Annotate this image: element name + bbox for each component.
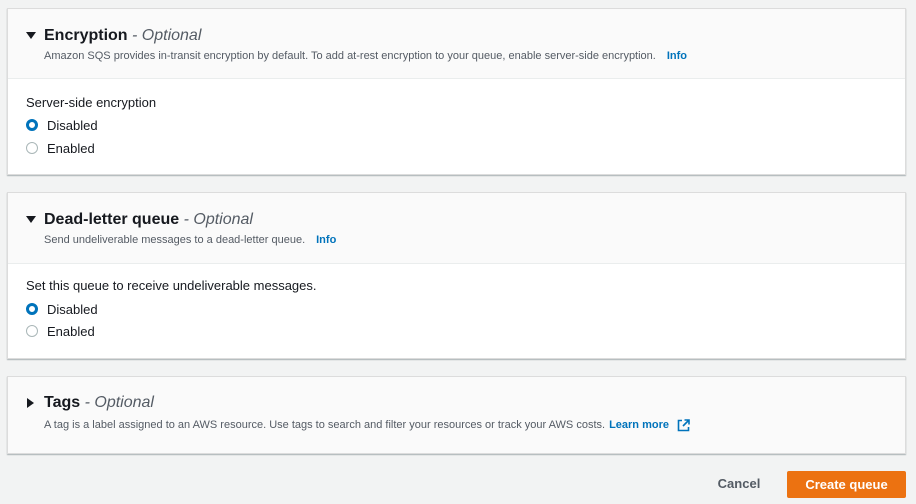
encryption-panel: Encryption - Optional Amazon SQS provide… xyxy=(7,8,906,175)
caret-right-icon[interactable] xyxy=(26,398,36,408)
encryption-description-text: Amazon SQS provides in-transit encryptio… xyxy=(44,50,656,62)
tags-learn-more-link[interactable]: Learn more xyxy=(609,418,669,432)
encryption-enabled-radio[interactable] xyxy=(26,142,38,154)
encryption-enabled-label[interactable]: Enabled xyxy=(47,141,95,156)
tags-title-text: Tags xyxy=(44,394,81,411)
dead-letter-disabled-radio[interactable] xyxy=(26,303,38,315)
tags-description-text: A tag is a label assigned to an AWS reso… xyxy=(44,419,606,431)
server-side-encryption-label: Server-side encryption xyxy=(26,95,157,110)
tags-panel: Tags - Optional A tag is a label assigne… xyxy=(7,376,906,454)
encryption-title-text: Encryption xyxy=(44,27,128,44)
encryption-option-disabled[interactable]: Disabled xyxy=(26,116,98,134)
dead-letter-field-label: Set this queue to receive undeliverable … xyxy=(26,278,317,293)
dead-letter-header[interactable]: Dead-letter queue - Optional Send undeli… xyxy=(8,193,905,264)
dead-letter-description-text: Send undeliverable messages to a dead-le… xyxy=(44,234,306,246)
create-queue-button[interactable]: Create queue xyxy=(787,471,906,498)
tags-title: Tags - Optional xyxy=(44,393,154,413)
dead-letter-enabled-label[interactable]: Enabled xyxy=(47,324,95,339)
dead-letter-optional-label: - Optional xyxy=(183,211,253,228)
dead-letter-title: Dead-letter queue - Optional xyxy=(44,210,253,230)
tags-optional-label: - Optional xyxy=(84,394,154,411)
encryption-header[interactable]: Encryption - Optional Amazon SQS provide… xyxy=(8,9,905,79)
encryption-disabled-label[interactable]: Disabled xyxy=(47,118,98,133)
encryption-disabled-radio[interactable] xyxy=(26,119,38,131)
dead-letter-panel: Dead-letter queue - Optional Send undeli… xyxy=(7,192,906,359)
encryption-option-enabled[interactable]: Enabled xyxy=(26,139,95,157)
dead-letter-option-disabled[interactable]: Disabled xyxy=(26,300,98,318)
encryption-optional-label: - Optional xyxy=(132,27,202,44)
external-link-icon[interactable] xyxy=(677,418,690,432)
dead-letter-description: Send undeliverable messages to a dead-le… xyxy=(44,233,336,247)
dead-letter-disabled-label[interactable]: Disabled xyxy=(47,302,98,317)
dead-letter-option-enabled[interactable]: Enabled xyxy=(26,322,95,340)
dead-letter-body: Set this queue to receive undeliverable … xyxy=(8,264,905,358)
encryption-info-link[interactable]: Info xyxy=(667,50,687,62)
caret-down-icon[interactable] xyxy=(26,31,36,41)
dead-letter-info-link[interactable]: Info xyxy=(316,234,336,246)
cancel-button[interactable]: Cancel xyxy=(703,471,775,497)
tags-description: A tag is a label assigned to an AWS reso… xyxy=(44,418,690,432)
encryption-body: Server-side encryption Disabled Enabled xyxy=(8,79,905,174)
encryption-title: Encryption - Optional xyxy=(44,26,201,46)
encryption-description: Amazon SQS provides in-transit encryptio… xyxy=(44,49,687,63)
dead-letter-title-text: Dead-letter queue xyxy=(44,211,180,228)
caret-down-icon[interactable] xyxy=(26,215,36,225)
tags-header[interactable]: Tags - Optional A tag is a label assigne… xyxy=(8,377,905,453)
dead-letter-enabled-radio[interactable] xyxy=(26,325,38,337)
